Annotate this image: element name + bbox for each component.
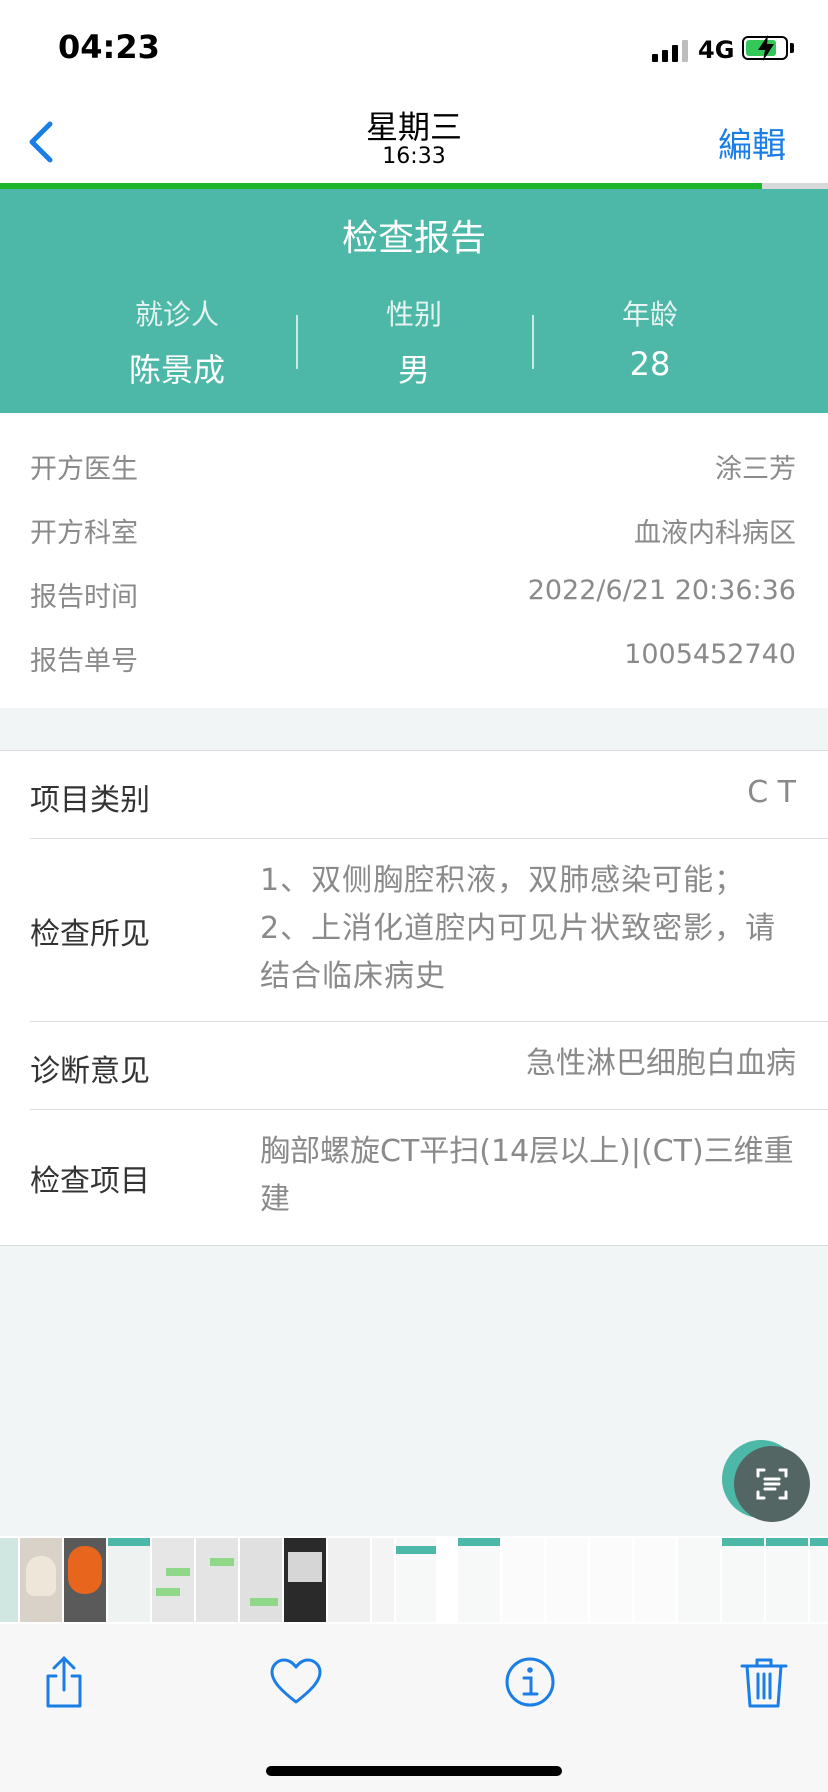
detail-value: 胸部螺旋CT平扫(14层以上)|(CT)三维重建 (260, 1134, 794, 1217)
network-type: 4G (698, 36, 735, 64)
edit-button[interactable]: 編輯 (718, 118, 786, 167)
detail-row-diagnosis: 诊断意见 急性淋巴细胞白血病 (30, 1022, 828, 1110)
detail-value: 1、双侧胸腔积液，双肺感染可能； 2、上消化道腔内可见片状致密影，请结合临床病史 (260, 863, 777, 994)
info-label: 报告时间 (30, 582, 138, 613)
photo-thumbnail[interactable] (108, 1538, 150, 1622)
home-indicator[interactable] (266, 1766, 562, 1776)
info-value: 2022/6/21 20:36:36 (527, 575, 796, 606)
info-value: 血液内科病区 (634, 518, 796, 549)
patient-age-field: 年龄 28 (532, 293, 768, 383)
info-value: 1005452740 (624, 639, 796, 670)
battery-nub (790, 43, 794, 53)
info-row-department: 开方科室 血液内科病区 (30, 511, 796, 551)
photo-thumbnail[interactable] (502, 1538, 544, 1622)
photo-thumbnail[interactable] (0, 1538, 18, 1622)
share-icon[interactable] (36, 1654, 92, 1710)
photo-thumbnail[interactable] (810, 1538, 828, 1622)
photo-thumbnail[interactable] (240, 1538, 282, 1622)
detail-value: 急性淋巴细胞白血病 (526, 1046, 796, 1081)
report-title: 检查报告 (341, 218, 486, 259)
photo-thumbnail[interactable] (196, 1538, 238, 1622)
report-header: 检查报告 就诊人 陈景成 性别 男 年龄 28 (0, 189, 828, 413)
photo-thumbnail[interactable] (328, 1538, 370, 1622)
info-label: 开方科室 (30, 518, 138, 549)
patient-gender-field: 性别 男 (296, 293, 532, 391)
photo-thumbnail[interactable] (722, 1538, 764, 1622)
navigation-bar: 星期三 16:33 編輯 (0, 100, 828, 186)
patient-name-value: 陈景成 (128, 351, 225, 389)
info-row-report-time: 报告时间 2022/6/21 20:36:36 (30, 575, 796, 615)
status-bar: 04:23 4G (0, 0, 828, 100)
photo-thumbnail[interactable] (458, 1538, 500, 1622)
info-row-report-number: 报告单号 1005452740 (30, 639, 796, 679)
report-info-card: 开方医生 涂三芳 开方科室 血液内科病区 报告时间 2022/6/21 20:3… (0, 413, 828, 708)
photo-thumbnail[interactable] (152, 1538, 194, 1622)
scan-button[interactable] (722, 1440, 810, 1522)
photo-thumbnail[interactable] (766, 1538, 808, 1622)
info-icon[interactable] (502, 1654, 558, 1710)
photo-thumbnail[interactable] (64, 1538, 106, 1622)
photo-thumbnail-strip[interactable] (0, 1536, 828, 1624)
photo-thumbnail[interactable] (546, 1538, 588, 1622)
info-label: 报告单号 (30, 646, 138, 677)
cellular-signal-icon (652, 40, 690, 62)
report-detail-card: 项目类别 C T 检查所见 1、双侧胸腔积液，双肺感染可能； 2、上消化道腔内可… (0, 750, 828, 1246)
patient-gender-value: 男 (397, 351, 430, 389)
charging-bolt-icon (758, 35, 774, 61)
detail-label: 项目类别 (30, 783, 150, 818)
detail-row-findings: 检查所见 1、双侧胸腔积液，双肺感染可能； 2、上消化道腔内可见片状致密影，请结… (30, 839, 828, 1022)
patient-name-label: 就诊人 (134, 298, 219, 331)
detail-row-category: 项目类别 C T (30, 751, 828, 839)
detail-value: C T (747, 775, 796, 810)
detail-label: 检查项目 (30, 1164, 150, 1199)
heart-icon[interactable] (268, 1654, 324, 1710)
photo-thumbnail[interactable] (20, 1538, 62, 1622)
detail-label: 检查所见 (30, 917, 150, 952)
trash-icon[interactable] (736, 1654, 792, 1710)
patient-age-value: 28 (629, 345, 671, 383)
nav-title: 星期三 (365, 108, 462, 146)
photo-thumbnail[interactable] (634, 1538, 676, 1622)
info-row-doctor: 开方医生 涂三芳 (30, 447, 796, 487)
photo-thumbnail[interactable] (590, 1538, 632, 1622)
patient-gender-label: 性别 (385, 298, 442, 331)
photo-thumbnail[interactable] (396, 1538, 436, 1622)
nav-subtitle: 16:33 (382, 144, 446, 169)
patient-age-label: 年龄 (621, 298, 678, 331)
photo-thumbnail[interactable] (284, 1538, 326, 1622)
photo-thumbnail[interactable] (372, 1538, 394, 1622)
detail-label: 诊断意见 (30, 1054, 150, 1089)
detail-row-exam-items: 检查项目 胸部螺旋CT平扫(14层以上)|(CT)三维重建 (30, 1110, 828, 1244)
info-label: 开方医生 (30, 454, 138, 485)
scan-button-face (734, 1446, 810, 1522)
status-time: 04:23 (58, 28, 160, 66)
info-value: 涂三芳 (715, 454, 796, 485)
photo-thumbnail[interactable] (678, 1538, 720, 1622)
patient-name-field: 就诊人 陈景成 (59, 293, 295, 391)
scan-icon (756, 1468, 788, 1500)
